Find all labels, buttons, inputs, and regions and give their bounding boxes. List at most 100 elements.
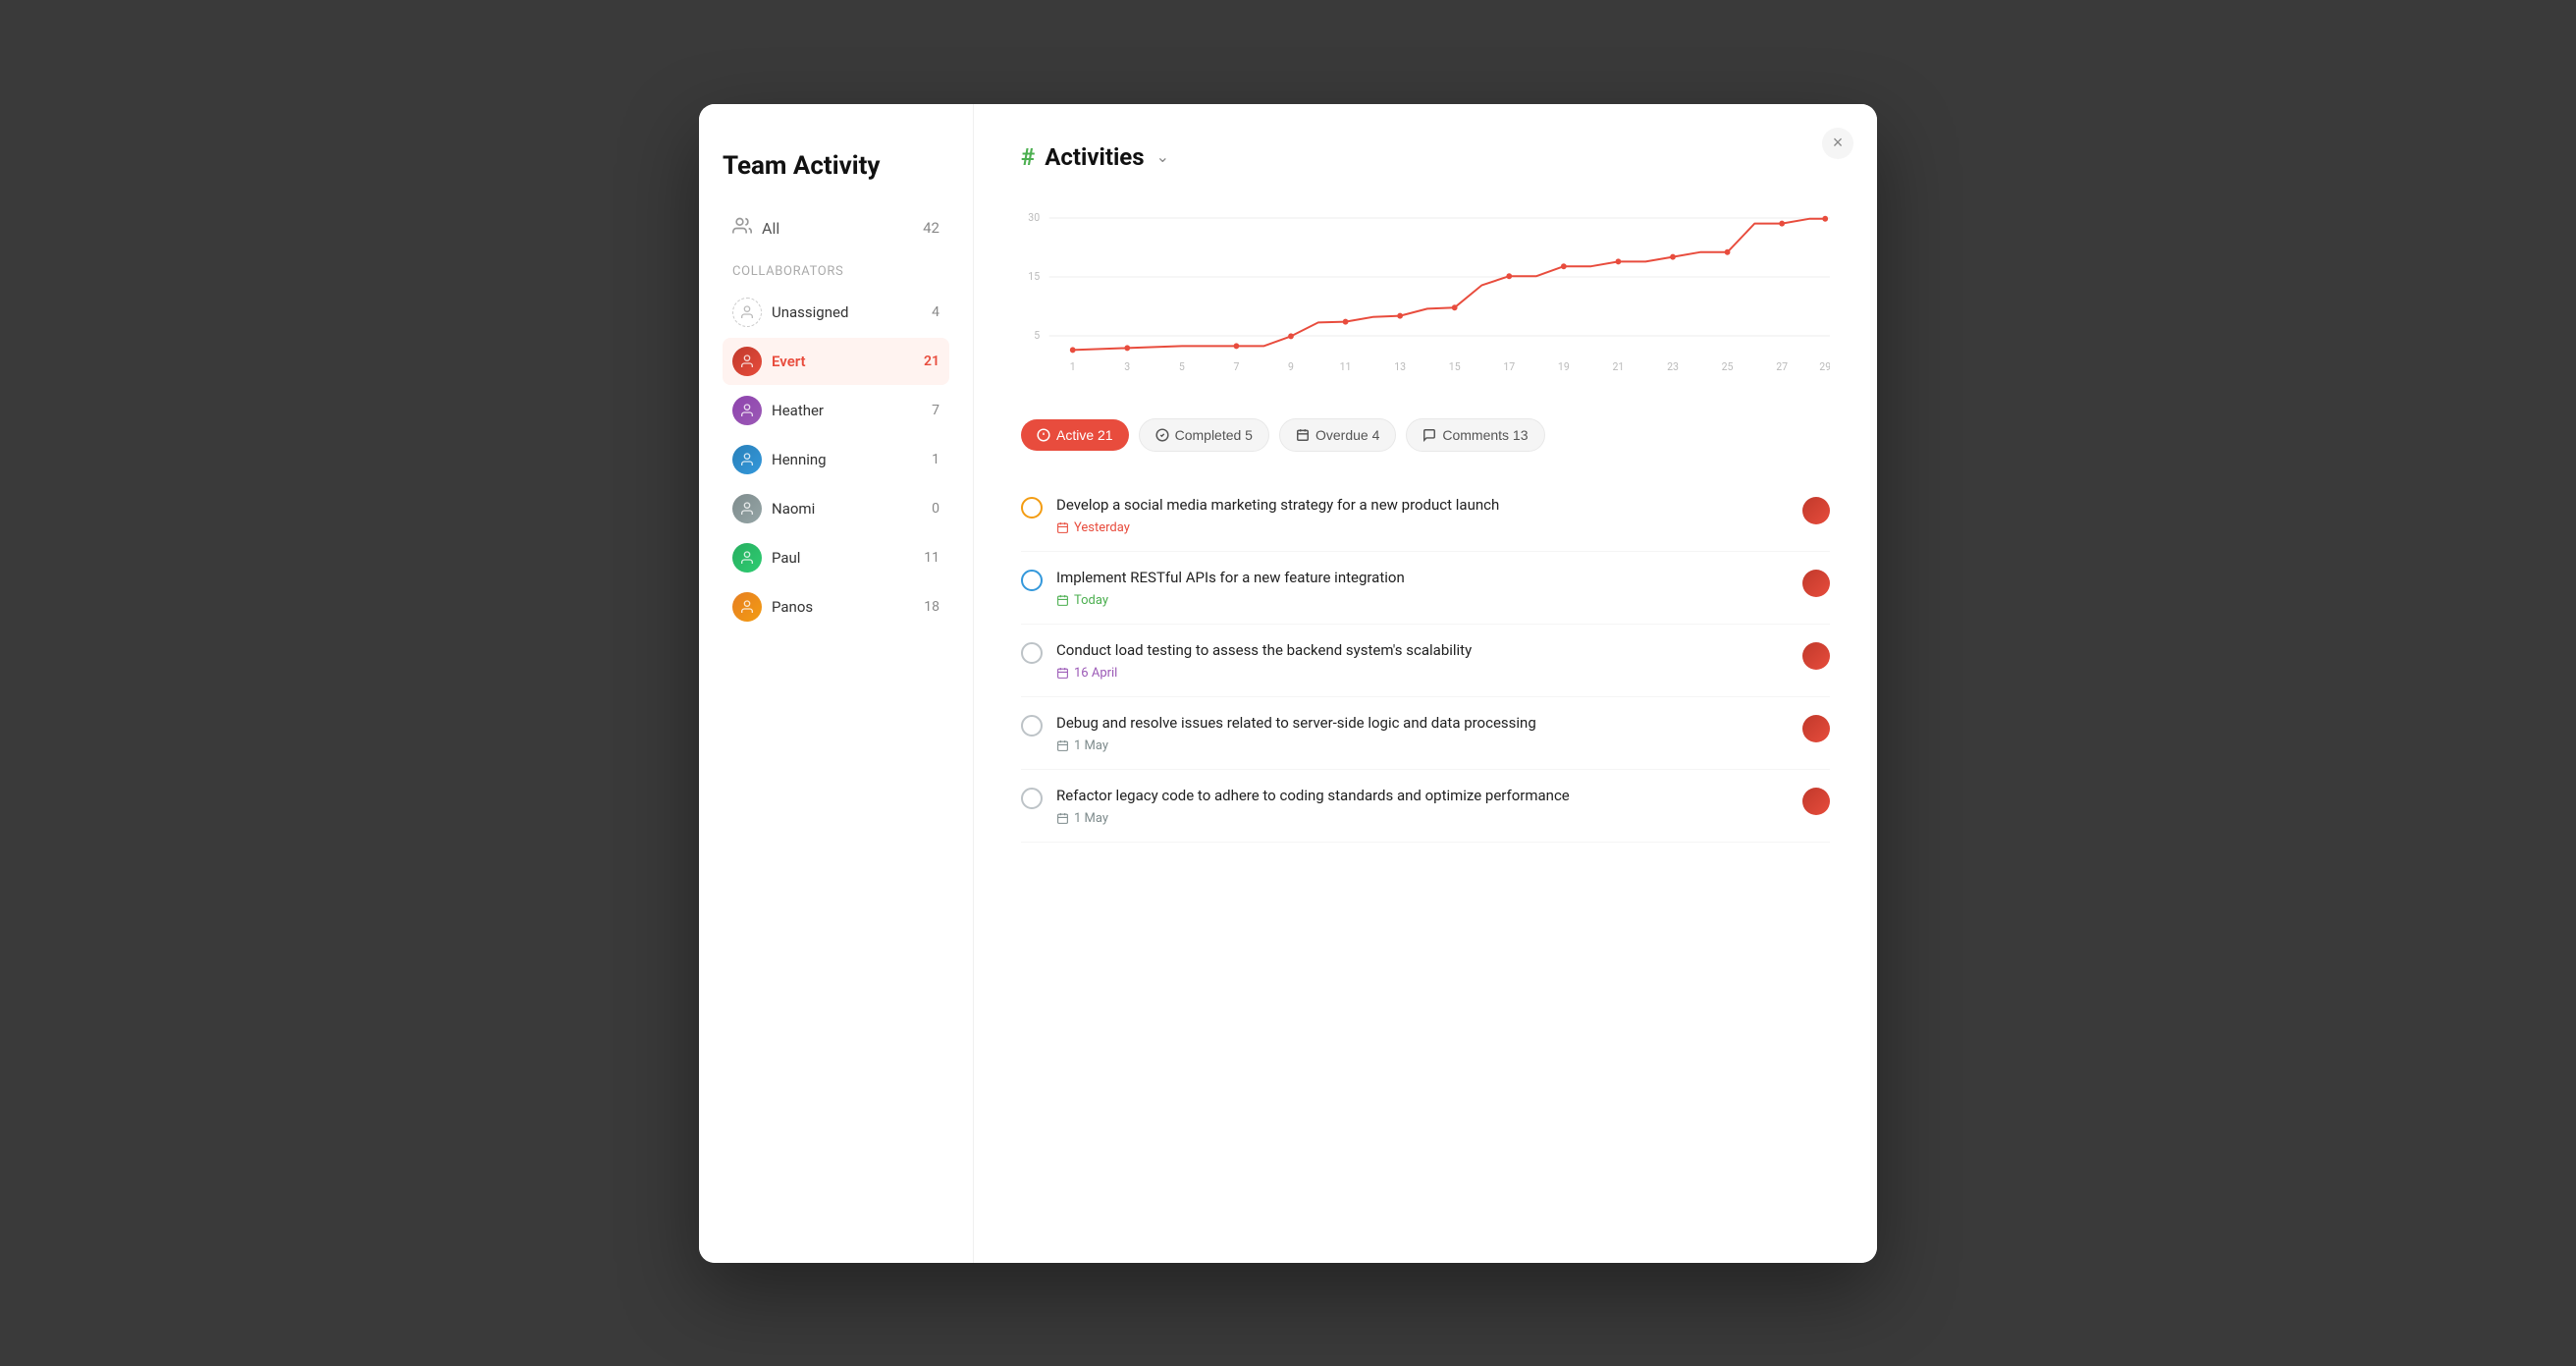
svg-text:23: 23	[1667, 359, 1679, 372]
svg-text:9: 9	[1288, 359, 1294, 372]
task-circle-gray	[1021, 642, 1043, 664]
tab-overdue[interactable]: Overdue 4	[1279, 418, 1396, 452]
sidebar-item-heather[interactable]: Heather 7	[723, 387, 949, 434]
collab-count-unassigned: 4	[932, 304, 939, 320]
task-date-text: 16 April	[1074, 666, 1117, 681]
collab-count-naomi: 0	[932, 501, 939, 517]
collab-name-henning: Henning	[772, 451, 827, 468]
task-item: Refactor legacy code to adhere to coding…	[1021, 770, 1830, 843]
task-date: Today	[1056, 593, 1405, 608]
collab-name-naomi: Naomi	[772, 500, 815, 518]
svg-text:5: 5	[1179, 359, 1185, 372]
main-title: Activities	[1045, 143, 1144, 171]
avatar-naomi	[732, 494, 762, 523]
users-icon	[732, 216, 752, 241]
all-count: 42	[923, 219, 939, 237]
collab-name-evert: Evert	[772, 353, 806, 370]
avatar-panos	[732, 592, 762, 622]
tab-active-label: Active 21	[1056, 427, 1113, 443]
task-item: Conduct load testing to assess the backe…	[1021, 625, 1830, 697]
task-item: Develop a social media marketing strateg…	[1021, 479, 1830, 552]
collab-count-henning: 1	[932, 452, 939, 467]
task-assignee-avatar	[1802, 642, 1830, 670]
filter-tabs: Active 21 Completed 5 Overdue 4	[1021, 418, 1830, 452]
svg-text:3: 3	[1124, 359, 1130, 372]
svg-text:5: 5	[1034, 328, 1040, 341]
tab-comments-label: Comments 13	[1442, 427, 1528, 443]
svg-text:29: 29	[1819, 359, 1830, 372]
task-circle-orange	[1021, 497, 1043, 519]
chevron-down-icon[interactable]: ⌄	[1156, 147, 1169, 166]
svg-text:13: 13	[1394, 359, 1406, 372]
task-date: 16 April	[1056, 666, 1472, 681]
modal-window: Team Activity All 42 Collaborators	[699, 104, 1877, 1263]
task-date-text: 1 May	[1074, 811, 1108, 826]
chart-container: 5 15 30 1 3 5 7 9 11 13 15 17 19 21 23 2…	[1021, 198, 1830, 395]
sidebar-item-henning[interactable]: Henning 1	[723, 436, 949, 483]
collaborators-label: Collaborators	[723, 264, 949, 279]
svg-text:17: 17	[1503, 359, 1515, 372]
svg-text:25: 25	[1722, 359, 1734, 372]
svg-text:27: 27	[1776, 359, 1788, 372]
collab-count-paul: 11	[924, 550, 939, 566]
task-circle-gray	[1021, 715, 1043, 737]
task-circle-blue	[1021, 570, 1043, 591]
task-title: Implement RESTful APIs for a new feature…	[1056, 568, 1405, 588]
main-content: × # Activities ⌄ 5 15 30 1 3 5 7 9	[974, 104, 1877, 1263]
task-assignee-avatar	[1802, 570, 1830, 597]
task-date-text: Yesterday	[1074, 520, 1130, 535]
task-date-text: Today	[1074, 593, 1108, 608]
svg-text:11: 11	[1340, 359, 1352, 372]
collab-count-evert: 21	[924, 354, 939, 369]
svg-text:7: 7	[1233, 359, 1239, 372]
sidebar-all-left: All	[732, 216, 779, 241]
task-date: 1 May	[1056, 811, 1570, 826]
task-assignee-avatar	[1802, 788, 1830, 815]
sidebar-all-row[interactable]: All 42	[723, 208, 949, 248]
hash-icon: #	[1021, 143, 1035, 171]
svg-text:15: 15	[1028, 269, 1040, 282]
svg-text:1: 1	[1070, 359, 1076, 372]
task-circle-gray	[1021, 788, 1043, 809]
avatar-unassigned	[732, 298, 762, 327]
sidebar-item-naomi[interactable]: Naomi 0	[723, 485, 949, 532]
collab-name-unassigned: Unassigned	[772, 303, 848, 321]
collab-name-panos: Panos	[772, 598, 813, 616]
tab-active[interactable]: Active 21	[1021, 419, 1129, 451]
avatar-evert	[732, 347, 762, 376]
task-item: Debug and resolve issues related to serv…	[1021, 697, 1830, 770]
sidebar-item-paul[interactable]: Paul 11	[723, 534, 949, 581]
avatar-paul	[732, 543, 762, 573]
main-header: # Activities ⌄	[1021, 143, 1830, 171]
sidebar: Team Activity All 42 Collaborators	[699, 104, 974, 1263]
avatar-henning	[732, 445, 762, 474]
task-title: Refactor legacy code to adhere to coding…	[1056, 786, 1570, 806]
svg-text:19: 19	[1558, 359, 1570, 372]
sidebar-item-panos[interactable]: Panos 18	[723, 583, 949, 630]
tab-overdue-label: Overdue 4	[1315, 427, 1379, 443]
svg-text:21: 21	[1612, 359, 1624, 372]
task-title: Debug and resolve issues related to serv…	[1056, 713, 1536, 734]
svg-text:30: 30	[1028, 210, 1040, 223]
tab-completed[interactable]: Completed 5	[1139, 418, 1269, 452]
sidebar-title: Team Activity	[723, 151, 949, 181]
svg-text:15: 15	[1449, 359, 1461, 372]
collab-count-panos: 18	[924, 599, 939, 615]
collab-count-heather: 7	[932, 403, 939, 418]
activity-chart: 5 15 30 1 3 5 7 9 11 13 15 17 19 21 23 2…	[1021, 198, 1830, 395]
task-date: 1 May	[1056, 738, 1536, 753]
sidebar-item-unassigned[interactable]: Unassigned 4	[723, 289, 949, 336]
task-date-text: 1 May	[1074, 738, 1108, 753]
task-assignee-avatar	[1802, 497, 1830, 524]
task-title: Conduct load testing to assess the backe…	[1056, 640, 1472, 661]
collab-name-paul: Paul	[772, 549, 800, 567]
sidebar-item-evert[interactable]: Evert 21	[723, 338, 949, 385]
collab-name-heather: Heather	[772, 402, 824, 419]
all-label: All	[762, 219, 779, 238]
task-assignee-avatar	[1802, 715, 1830, 742]
task-item: Implement RESTful APIs for a new feature…	[1021, 552, 1830, 625]
tab-completed-label: Completed 5	[1175, 427, 1253, 443]
avatar-heather	[732, 396, 762, 425]
tab-comments[interactable]: Comments 13	[1406, 418, 1544, 452]
close-button[interactable]: ×	[1822, 128, 1853, 159]
